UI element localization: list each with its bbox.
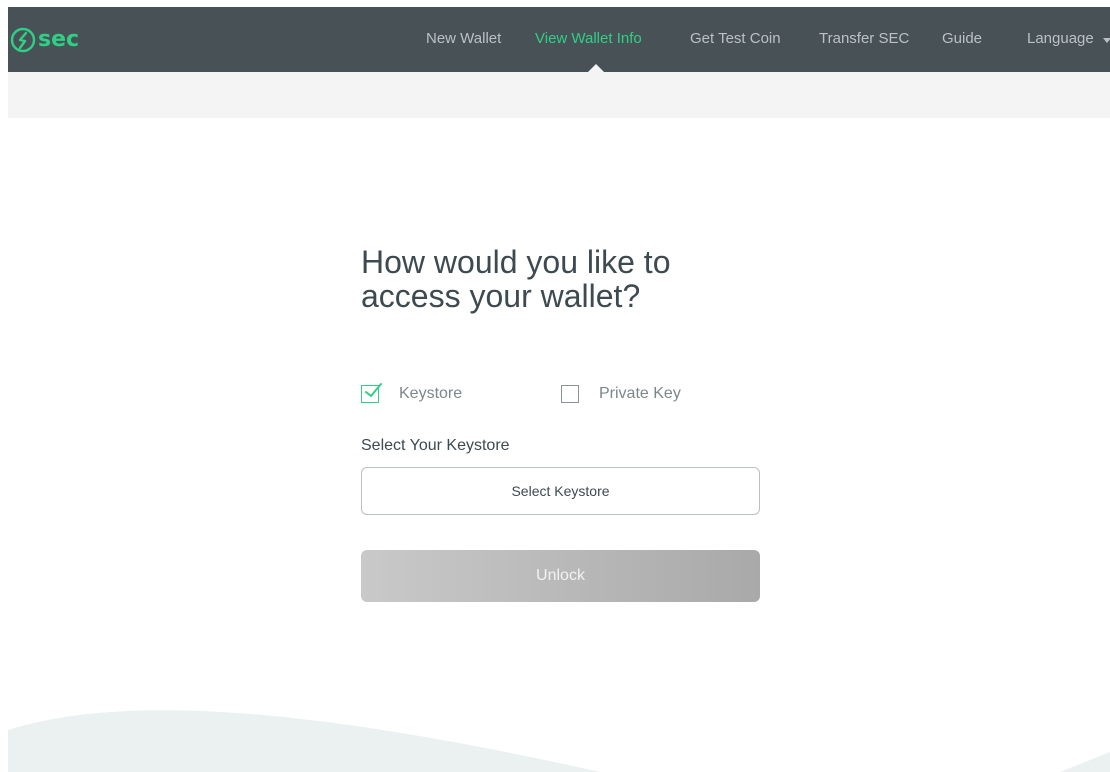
nav-transfer-sec[interactable]: Transfer SEC: [819, 29, 909, 49]
top-navbar: sec New Wallet View Wallet Info Get Test…: [8, 7, 1110, 72]
page: sec New Wallet View Wallet Info Get Test…: [0, 0, 1110, 772]
logo-text: sec: [38, 27, 80, 52]
title-line-2: access your wallet?: [361, 278, 641, 314]
nav-view-wallet-info[interactable]: View Wallet Info: [535, 29, 642, 49]
checkbox-empty-icon[interactable]: [561, 385, 579, 403]
option-keystore[interactable]: Keystore: [361, 383, 462, 405]
select-keystore-label: Select Your Keystore: [361, 437, 510, 454]
caret-down-icon[interactable]: [1103, 38, 1110, 43]
nav-get-test-coin[interactable]: Get Test Coin: [690, 29, 781, 49]
nav-new-wallet[interactable]: New Wallet: [426, 29, 501, 49]
option-private-key-label: Private Key: [599, 385, 681, 402]
active-tab-indicator: [588, 64, 604, 72]
option-keystore-label: Keystore: [399, 385, 463, 402]
select-keystore-button[interactable]: Select Keystore: [361, 467, 760, 515]
checkmark-icon: [365, 383, 382, 397]
page-title: How would you like to access your wallet…: [361, 245, 781, 313]
sub-header-bar: [8, 72, 1110, 118]
nav-guide[interactable]: Guide: [942, 29, 982, 49]
nav-language[interactable]: Language: [1027, 29, 1094, 49]
title-line-1: How would you like to: [361, 244, 671, 280]
decorative-wave: [0, 690, 1110, 772]
unlock-button[interactable]: Unlock: [361, 550, 760, 602]
sec-logo-icon: [10, 27, 36, 53]
option-private-key[interactable]: Private Key: [561, 383, 681, 405]
sec-logo[interactable]: sec: [10, 24, 79, 56]
checkbox-checked-icon[interactable]: [361, 383, 382, 403]
